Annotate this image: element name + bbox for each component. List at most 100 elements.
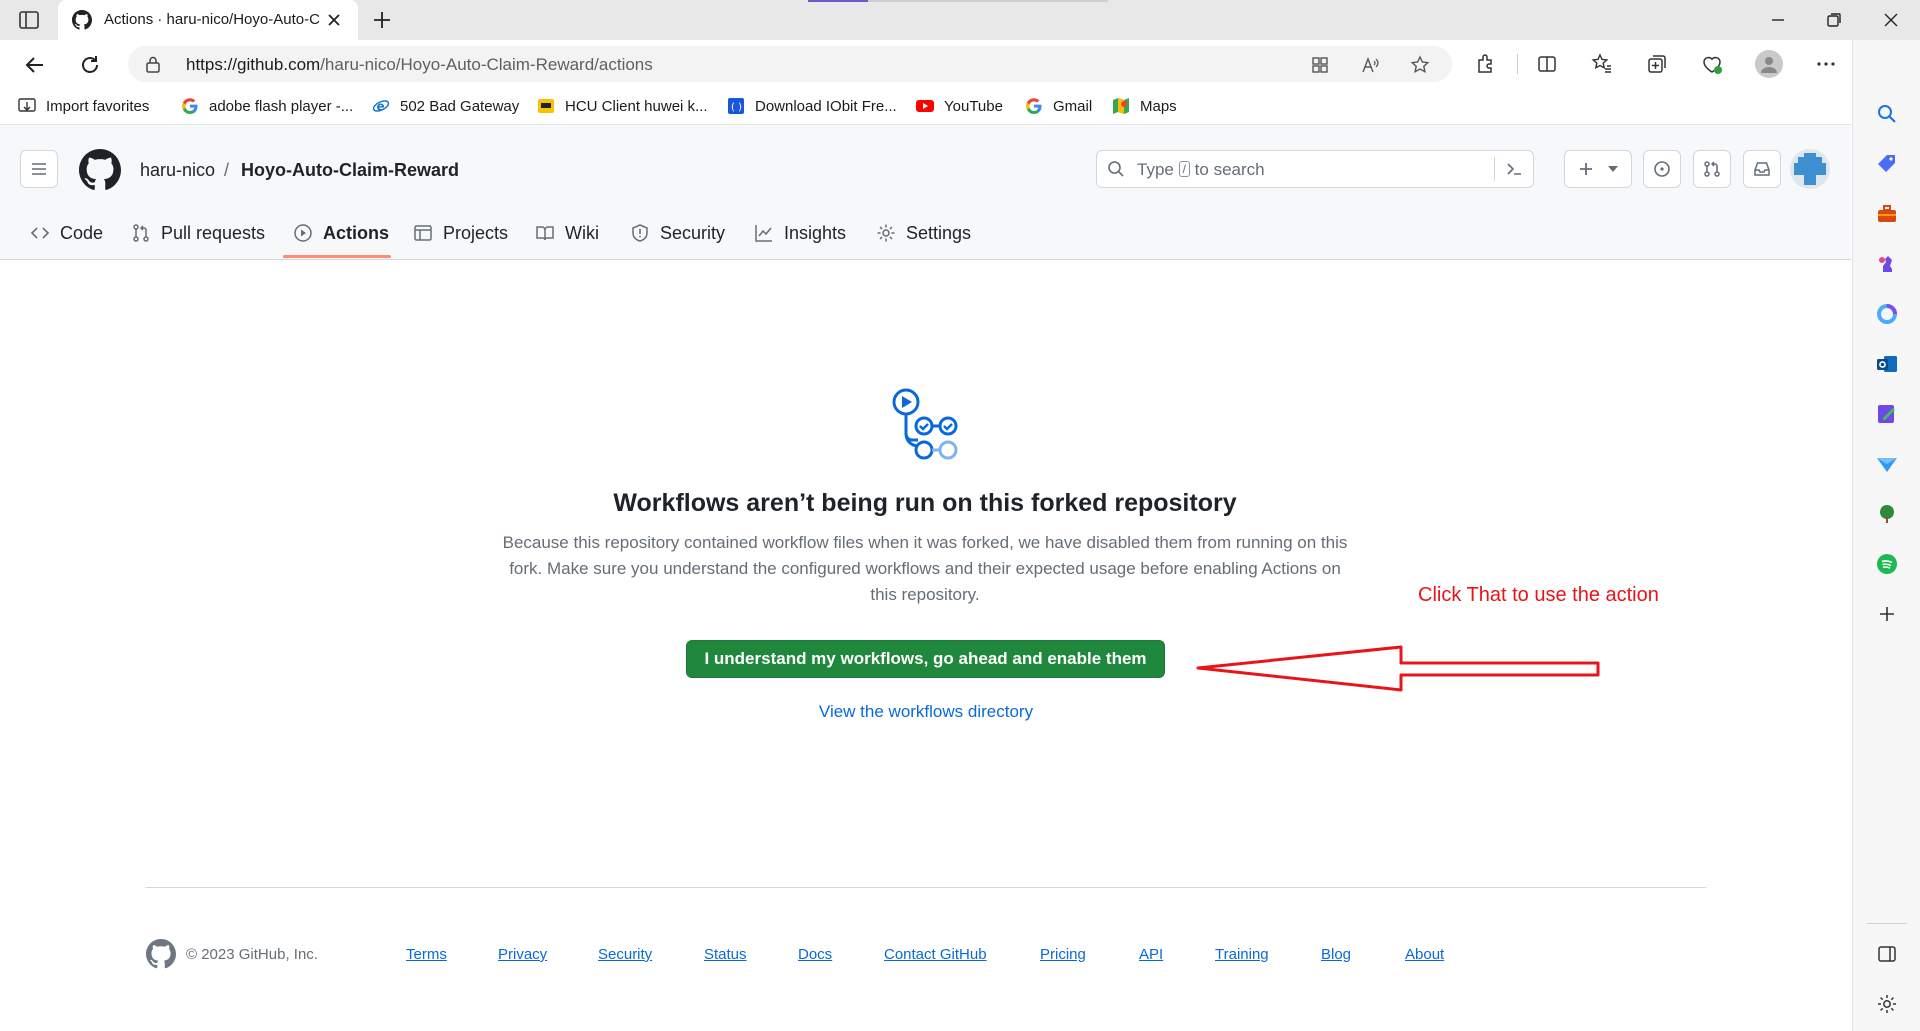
bookmark-label: YouTube <box>944 97 1003 115</box>
breadcrumb-separator: / <box>224 160 230 180</box>
enable-workflows-button[interactable]: I understand my workflows, go ahead and … <box>686 640 1165 678</box>
footer-link-training[interactable]: Training <box>1215 946 1269 963</box>
tab-insights[interactable]: Insights <box>754 207 846 259</box>
svg-text:( ): ( ) <box>731 102 742 113</box>
footer-link-api[interactable]: API <box>1139 946 1163 963</box>
tab-settings[interactable]: Settings <box>876 207 971 259</box>
bookmark-label: Gmail <box>1053 97 1093 115</box>
graph-icon <box>755 225 772 242</box>
search-divider <box>1494 157 1495 181</box>
app-available-icon[interactable] <box>1310 55 1330 75</box>
games-icon[interactable] <box>1875 252 1899 276</box>
svg-text:e: e <box>377 100 385 114</box>
github-footer-logo-icon[interactable] <box>146 939 176 969</box>
refresh-icon[interactable] <box>77 52 103 78</box>
browser-tab-active[interactable]: Actions · haru-nico/Hoyo-Auto-C <box>58 0 358 40</box>
tools-toolbox-icon[interactable] <box>1875 202 1899 226</box>
user-avatar[interactable] <box>1790 149 1830 189</box>
split-screen-icon[interactable] <box>1535 52 1559 76</box>
bookmark-502-bad-gateway[interactable]: e 502 Bad Gateway <box>372 96 519 116</box>
browser-essentials-icon[interactable] <box>1700 52 1724 76</box>
collections-icon[interactable] <box>1645 52 1669 76</box>
outlook-icon[interactable] <box>1875 352 1899 376</box>
footer-link-terms[interactable]: Terms <box>406 946 447 963</box>
shield-icon <box>632 224 648 242</box>
spotify-icon[interactable] <box>1875 552 1899 576</box>
sidebar-settings-icon[interactable] <box>1875 992 1899 1016</box>
inbox-button[interactable] <box>1743 150 1781 188</box>
footer-link-security[interactable]: Security <box>598 946 652 963</box>
bookmark-maps[interactable]: Maps <box>1112 96 1177 116</box>
bookmark-gmail[interactable]: Gmail <box>1025 96 1092 116</box>
footer-divider <box>146 887 1706 888</box>
create-new-button[interactable] <box>1564 150 1632 188</box>
tab-label: Pull requests <box>161 222 266 243</box>
tree-icon[interactable] <box>1875 502 1899 526</box>
edge-sidebar <box>1852 40 1920 1031</box>
tab-actions[interactable]: Actions <box>293 207 389 259</box>
microsoft-365-icon[interactable] <box>1875 302 1899 326</box>
tab-actions-icon[interactable] <box>18 9 40 31</box>
tab-wiki[interactable]: Wiki <box>535 207 599 259</box>
bookmarks-bar: Import favorites adobe flash player -...… <box>0 88 1920 125</box>
bookmark-adobe-flash[interactable]: adobe flash player -... <box>181 96 353 116</box>
gear-icon <box>877 224 895 242</box>
search-placeholder-rest: to search <box>1194 160 1265 179</box>
footer-link-privacy[interactable]: Privacy <box>498 946 547 963</box>
designer-icon[interactable] <box>1875 402 1899 426</box>
bookmark-download-iobit[interactable]: ( ) Download IObit Fre... <box>727 96 897 116</box>
active-tab-underline <box>283 255 391 258</box>
favorite-star-icon[interactable] <box>1410 55 1430 75</box>
tab-security[interactable]: Security <box>630 207 725 259</box>
extensions-icon[interactable] <box>1474 52 1498 76</box>
tab-projects[interactable]: Projects <box>413 207 508 259</box>
footer-link-blog[interactable]: Blog <box>1321 946 1351 963</box>
slash-key-hint: / <box>1178 161 1190 177</box>
repo-name-link[interactable]: Hoyo-Auto-Claim-Reward <box>241 160 459 181</box>
more-options-icon[interactable] <box>1814 52 1838 76</box>
github-logo-icon[interactable] <box>79 149 121 191</box>
menu-button[interactable] <box>20 150 58 188</box>
close-tab-icon[interactable] <box>324 10 344 30</box>
lock-icon[interactable] <box>144 55 162 73</box>
footer-link-about[interactable]: About <box>1405 946 1444 963</box>
ie-icon: e <box>372 100 390 114</box>
repo-owner-link[interactable]: haru-nico <box>140 160 215 181</box>
tab-code[interactable]: Code <box>30 207 103 259</box>
shopping-tag-icon[interactable] <box>1875 152 1899 176</box>
footer-link-pricing[interactable]: Pricing <box>1040 946 1086 963</box>
search-placeholder: Type / to search <box>1137 160 1265 180</box>
restore-icon[interactable] <box>1822 8 1846 32</box>
read-aloud-icon[interactable] <box>1360 55 1380 75</box>
address-bar[interactable]: https://github.com/haru-nico/Hoyo-Auto-C… <box>128 46 1452 82</box>
url-text[interactable]: https://github.com/haru-nico/Hoyo-Auto-C… <box>186 55 653 75</box>
search-icon[interactable] <box>1875 102 1899 126</box>
maps-icon <box>1113 98 1129 114</box>
favorites-icon[interactable] <box>1590 52 1614 76</box>
tab-label: Code <box>60 222 104 243</box>
add-sidebar-app-icon[interactable] <box>1875 602 1899 626</box>
footer-link-docs[interactable]: Docs <box>798 946 832 963</box>
bookmark-hcu-client[interactable]: HCU Client huwei k... <box>537 96 708 116</box>
tab-pull-requests[interactable]: Pull requests <box>131 207 265 259</box>
footer-link-contact-github[interactable]: Contact GitHub <box>884 946 987 963</box>
close-window-icon[interactable] <box>1879 8 1903 32</box>
workflows-directory-link[interactable]: View the workflows directory <box>700 702 1152 722</box>
hide-sidebar-icon[interactable] <box>1875 942 1899 966</box>
workflow-icon <box>892 388 958 460</box>
footer-link-status[interactable]: Status <box>704 946 747 963</box>
tab-label: Settings <box>906 222 972 243</box>
pull-requests-button[interactable] <box>1693 150 1731 188</box>
back-icon[interactable] <box>22 52 48 78</box>
command-palette-icon[interactable] <box>1504 159 1524 179</box>
new-tab-icon[interactable] <box>370 8 394 32</box>
bookmark-import-favorites[interactable]: Import favorites <box>18 96 149 116</box>
search-input[interactable]: Type / to search <box>1096 150 1534 188</box>
minimize-icon[interactable] <box>1766 8 1790 32</box>
profile-avatar[interactable] <box>1755 50 1783 78</box>
search-icon <box>1108 161 1124 177</box>
send-icon[interactable] <box>1875 452 1899 476</box>
bookmark-youtube[interactable]: YouTube <box>916 96 1003 116</box>
issues-button[interactable] <box>1643 150 1681 188</box>
tab-label: Projects <box>443 222 509 243</box>
